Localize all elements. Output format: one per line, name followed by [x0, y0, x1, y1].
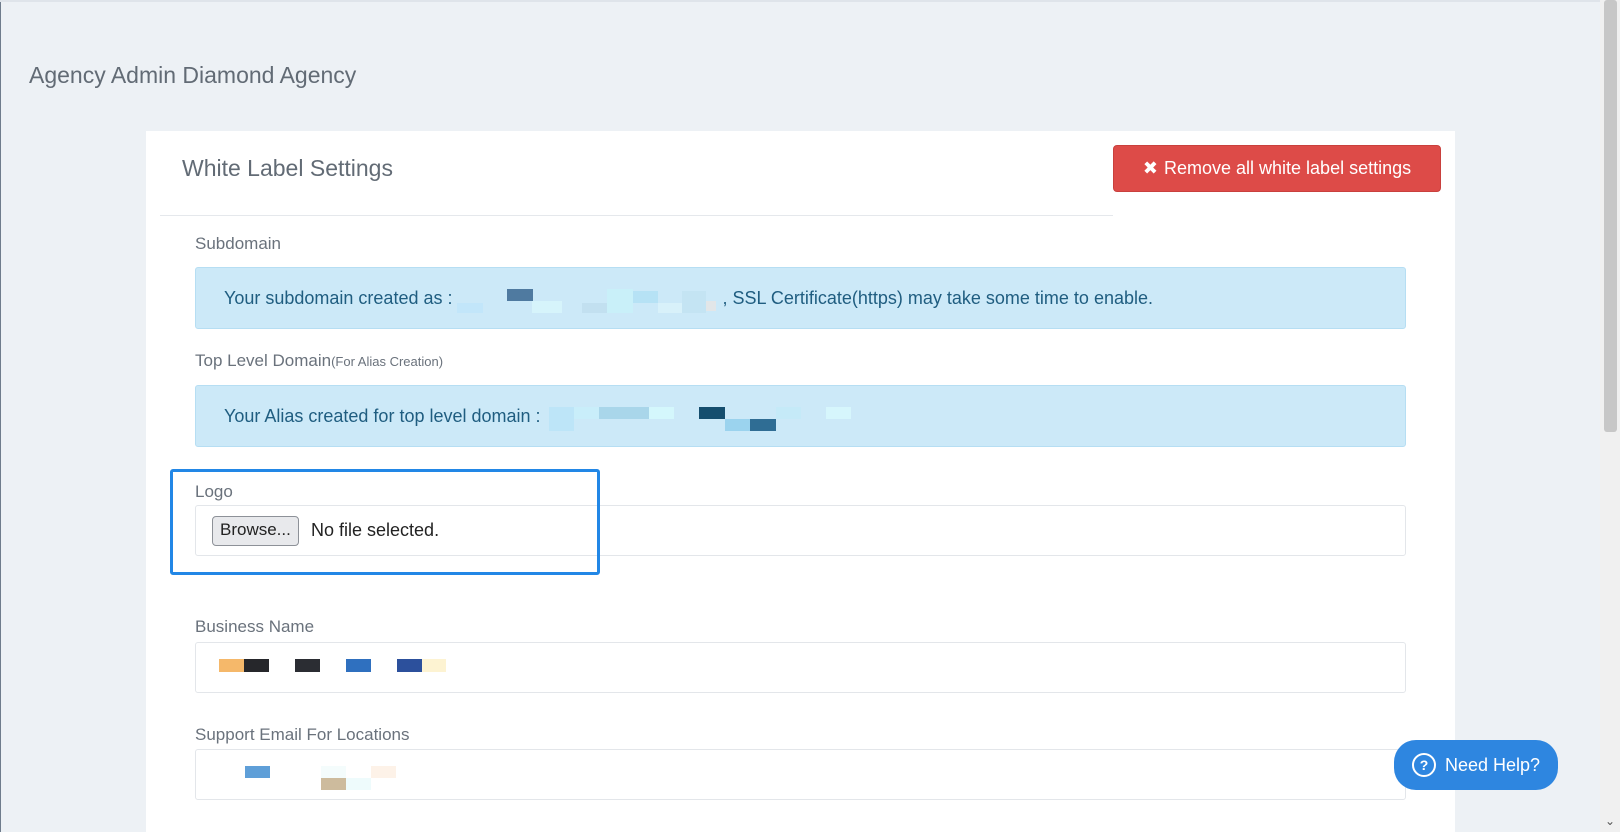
support-email-input[interactable]	[195, 749, 1406, 800]
top-level-domain-alert: Your Alias created for top level domain …	[195, 385, 1406, 447]
card-divider	[160, 215, 1113, 216]
window-top-edge	[0, 0, 1600, 2]
business-name-input[interactable]	[195, 642, 1406, 693]
subdomain-prefix: Your subdomain created as :	[224, 287, 453, 308]
need-help-button[interactable]: ? Need Help?	[1394, 740, 1558, 790]
support-email-label: Support Email For Locations	[195, 725, 410, 744]
logo-highlight-box	[170, 469, 600, 575]
scrollbar-thumb[interactable]	[1604, 0, 1617, 432]
window-left-edge	[0, 0, 1, 832]
card-title: White Label Settings	[182, 155, 393, 181]
top-level-domain-label: Top Level Domain(For Alias Creation)	[195, 351, 443, 371]
page-scrollbar[interactable]: ⌄	[1600, 0, 1620, 832]
subdomain-alert: Your subdomain created as : , SSL Certif…	[195, 267, 1406, 329]
close-icon: ✖	[1142, 158, 1158, 178]
remove-all-white-label-button[interactable]: ✖ Remove all white label settings	[1113, 145, 1441, 192]
need-help-label: Need Help?	[1444, 754, 1541, 775]
remove-all-white-label-label: Remove all white label settings	[1163, 158, 1412, 178]
business-name-label: Business Name	[195, 617, 315, 636]
redacted-alias-domain	[548, 403, 869, 431]
subdomain-suffix: , SSL Certificate(https) may take some t…	[722, 287, 1153, 308]
top-level-domain-label-note: (For Alias Creation)	[331, 354, 444, 369]
white-label-settings-card: White Label Settings ✖ Remove all white …	[146, 131, 1455, 832]
chevron-down-icon[interactable]: ⌄	[1605, 814, 1615, 828]
top-level-domain-label-text: Top Level Domain	[195, 351, 332, 370]
question-circle-icon: ?	[1411, 753, 1436, 777]
subdomain-label: Subdomain	[195, 234, 282, 253]
redacted-subdomain	[452, 285, 722, 313]
page-title: Agency Admin Diamond Agency	[29, 62, 357, 88]
redacted-support-email	[219, 762, 419, 790]
redacted-business-name	[219, 655, 459, 681]
top-level-domain-prefix: Your Alias created for top level domain …	[224, 405, 541, 426]
